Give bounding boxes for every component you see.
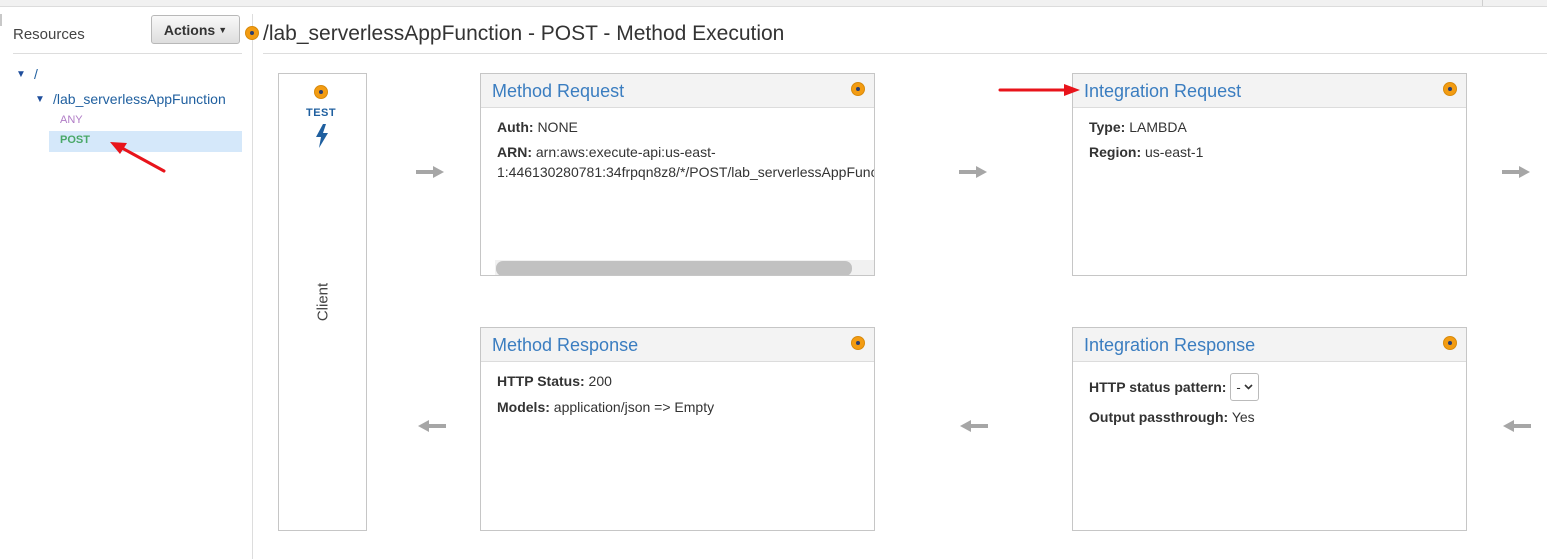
arn-row: ARN: arn:aws:execute-api:us-east- (497, 144, 716, 160)
left-arrow-icon (1503, 420, 1531, 432)
status-pattern-select[interactable]: - (1230, 373, 1259, 401)
method-response-card: Method Response HTTP Status: 200 Models:… (480, 327, 875, 531)
orange-dot-icon (1443, 336, 1457, 350)
tree-resource-lab-serverless[interactable]: /lab_serverlessAppFunction (53, 91, 226, 107)
tree-root-resource[interactable]: / (34, 66, 38, 82)
title-separator (263, 53, 1547, 54)
status-pattern-row: HTTP status pattern: (1089, 379, 1226, 395)
left-arrow-icon (418, 420, 446, 432)
resources-label: Resources (13, 26, 85, 43)
arn-label: ARN: (497, 144, 532, 160)
output-passthrough-row: Output passthrough: Yes (1089, 409, 1255, 425)
models-value: application/json => Empty (553, 399, 715, 415)
orange-dot-icon[interactable] (314, 85, 328, 99)
top-bar-divider (1482, 0, 1483, 6)
models-row: Models: application/json => Empty (497, 399, 714, 415)
output-passthrough-label: Output passthrough: (1089, 409, 1229, 425)
status-pattern-label: HTTP status pattern: (1089, 379, 1227, 395)
http-status-label: HTTP Status: (497, 373, 585, 389)
panel-divider (252, 14, 253, 559)
left-arrow-icon (960, 420, 988, 432)
sidebar-edge (0, 14, 2, 26)
chevron-down-icon[interactable]: ▼ (16, 69, 26, 80)
orange-dot-icon (851, 336, 865, 350)
http-status-value: 200 (588, 373, 612, 389)
integration-response-header: Integration Response (1073, 328, 1466, 362)
arn-value-line2: 1:446130280781:34frpqn8z8/*/POST/lab_ser… (497, 164, 875, 180)
client-label: Client (314, 282, 332, 322)
caret-down-icon: ▼ (218, 24, 228, 35)
type-value: LAMBDA (1129, 119, 1187, 135)
models-label: Models: (497, 399, 550, 415)
method-request-link[interactable]: Method Request (492, 81, 624, 102)
status-pattern-value: - (1236, 379, 1241, 395)
integration-response-card: Integration Response HTTP status pattern… (1072, 327, 1467, 531)
red-annotation-arrow (998, 84, 1080, 96)
right-arrow-icon (416, 166, 444, 178)
integration-request-header: Integration Request (1073, 74, 1466, 108)
orange-dot-icon (1443, 82, 1457, 96)
actions-button-label: Actions (163, 21, 216, 38)
chevron-down-icon[interactable]: ▼ (35, 94, 45, 105)
region-row: Region: us-east-1 (1089, 144, 1203, 160)
integration-request-link[interactable]: Integration Request (1084, 81, 1241, 102)
region-value: us-east-1 (1145, 144, 1204, 160)
method-request-header: Method Request (481, 74, 874, 108)
method-request-card: Method Request Auth: NONE ARN: arn:aws:e… (480, 73, 875, 276)
lightning-bolt-icon[interactable] (315, 124, 329, 148)
region-label: Region: (1089, 144, 1142, 160)
output-passthrough-value: Yes (1231, 409, 1255, 425)
integration-response-link[interactable]: Integration Response (1084, 335, 1255, 356)
integration-request-card: Integration Request Type: LAMBDA Region:… (1072, 73, 1467, 276)
http-status-row: HTTP Status: 200 (497, 373, 612, 389)
horizontal-scrollbar-thumb[interactable] (496, 261, 852, 275)
auth-label: Auth: (497, 119, 534, 135)
red-annotation-arrow (110, 142, 166, 173)
chevron-down-icon (1244, 384, 1253, 390)
auth-value: NONE (537, 119, 578, 135)
right-arrow-icon (959, 166, 987, 178)
auth-row: Auth: NONE (497, 119, 578, 135)
type-label: Type: (1089, 119, 1126, 135)
orange-dot-icon (851, 82, 865, 96)
right-arrow-icon (1502, 166, 1530, 178)
tree-method-post[interactable]: POST (60, 134, 90, 146)
type-row: Type: LAMBDA (1089, 119, 1187, 135)
top-bar (0, 0, 1547, 7)
method-response-link[interactable]: Method Response (492, 335, 638, 356)
arn-value-line1: arn:aws:execute-api:us-east- (535, 144, 716, 160)
sidebar-separator (13, 53, 242, 54)
test-link[interactable]: TEST (306, 107, 336, 119)
tree-method-any[interactable]: ANY (60, 114, 83, 126)
method-response-header: Method Response (481, 328, 874, 362)
page-title: /lab_serverlessAppFunction - POST - Meth… (263, 22, 785, 45)
orange-dot-icon (245, 26, 259, 40)
actions-button[interactable]: Actions ▼ (151, 15, 240, 44)
